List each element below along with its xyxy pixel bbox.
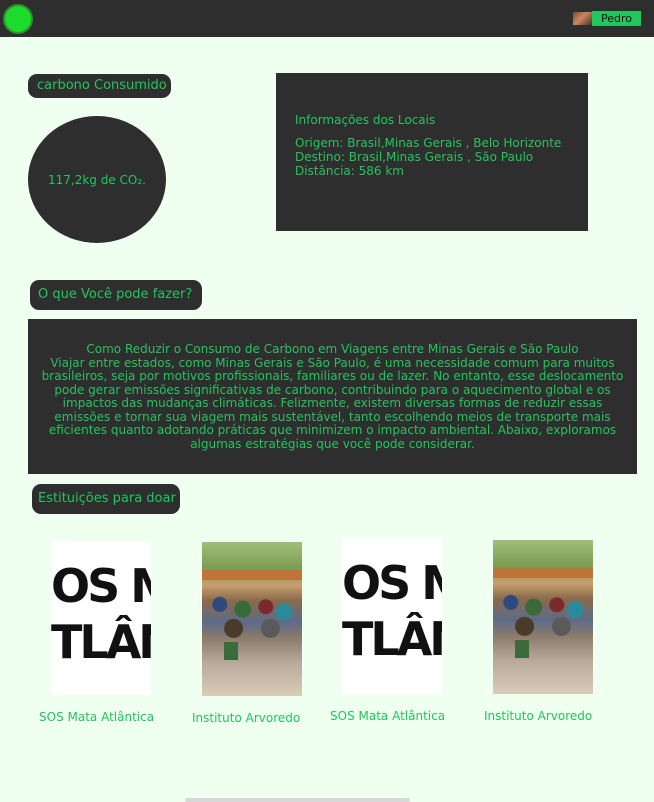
carbon-section-label: carbono Consumido [28,74,171,98]
user-name-button[interactable]: Pedro [592,11,641,26]
origin-text: Origem: Brasil,Minas Gerais , Belo Horiz… [295,136,562,150]
institution-name-link[interactable]: SOS Mata Atlântica [330,709,445,723]
tips-heading: Como Reduzir o Consumo de Carbono em Via… [86,342,579,356]
avatar[interactable] [573,12,592,25]
sos-mata-atlantica-logo[interactable]: OS M TLÂN [342,538,442,694]
institution-name-link[interactable]: Instituto Arvoredo [484,709,592,723]
carbon-value-circle: 117,2kg de CO₂. [28,116,166,243]
sos-mata-atlantica-logo[interactable]: OS M TLÂN [51,541,151,695]
photo-bin [515,640,529,658]
instituto-arvoredo-photo[interactable] [493,540,593,694]
tips-section-label: O que Você pode fazer? [30,280,202,310]
photo-people [206,590,298,638]
logo-text-line2: TLÂN [342,612,442,666]
distance-text: Distância: 586 km [295,164,404,178]
institution-name-link[interactable]: Instituto Arvoredo [192,711,300,725]
institution-name-link[interactable]: SOS Mata Atlântica [39,710,154,724]
photo-bin [224,642,238,660]
locations-info-panel: Informações dos Locais Origem: Brasil,Mi… [276,73,588,231]
logo-icon[interactable] [3,4,33,34]
top-navbar: Pedro [0,0,654,37]
instituto-arvoredo-photo[interactable] [202,542,302,696]
logo-text-line1: OS M [51,559,151,613]
scroll-indicator [185,798,410,802]
institutions-section-label: Estituições para doar [32,484,180,514]
carbon-value: 117,2kg de CO₂. [48,172,146,187]
locations-title: Informações dos Locais [295,113,436,127]
destination-text: Destino: Brasil,Minas Gerais , São Paulo [295,150,534,164]
tips-body: Viajar entre estados, como Minas Gerais … [41,355,624,451]
photo-roof [493,568,593,578]
logo-text-line2: TLÂN [51,615,151,669]
photo-roof [202,570,302,580]
tips-article: Como Reduzir o Consumo de Carbono em Via… [28,319,637,474]
photo-people [497,588,589,636]
logo-text-line1: OS M [342,556,442,610]
